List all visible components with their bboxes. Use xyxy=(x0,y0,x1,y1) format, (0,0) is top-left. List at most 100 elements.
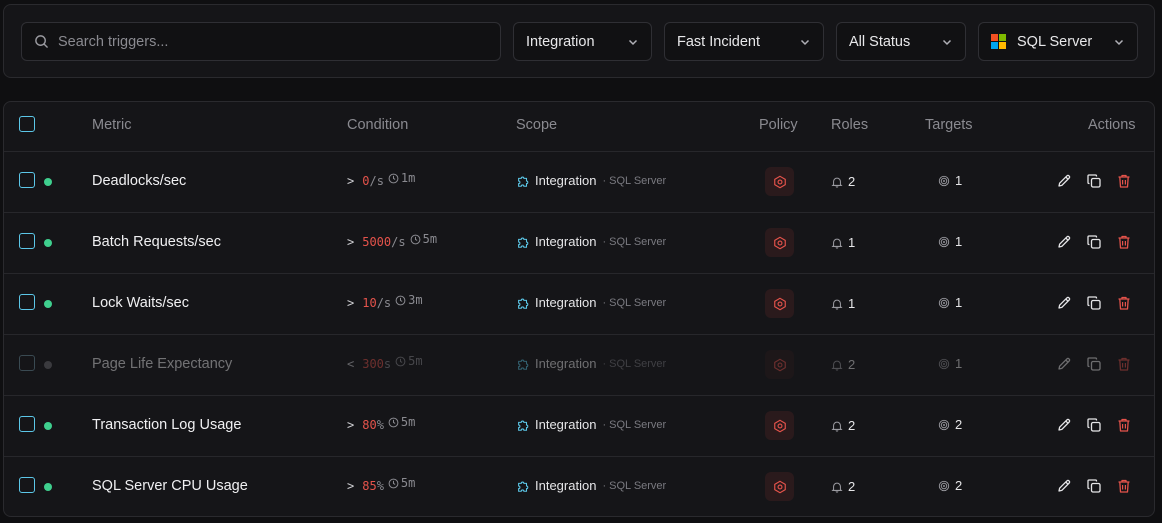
scope: Integration · SQL Server xyxy=(516,295,666,310)
edit-button[interactable] xyxy=(1055,233,1072,250)
table-row[interactable]: Lock Waits/sec > 10 /s 3m Integration · … xyxy=(4,273,1154,334)
table-row[interactable]: Batch Requests/sec > 5000 /s 5m Integrat… xyxy=(4,212,1154,273)
roles-value: 2 xyxy=(848,174,856,189)
policy-select-value: Fast Incident xyxy=(677,33,761,50)
duplicate-button[interactable] xyxy=(1085,355,1102,372)
chevron-down-icon xyxy=(800,39,810,45)
policy-badge[interactable] xyxy=(765,472,794,501)
metric-name[interactable]: Lock Waits/sec xyxy=(92,295,189,311)
scope: Integration · SQL Server xyxy=(516,356,666,371)
clock-icon xyxy=(388,417,399,427)
targets-count: 1 xyxy=(938,295,962,310)
row-actions xyxy=(1055,294,1132,311)
integration-select[interactable]: SQL Server xyxy=(978,22,1138,61)
edit-button[interactable] xyxy=(1055,416,1072,433)
scope-integration: · SQL Server xyxy=(602,357,667,370)
edit-icon xyxy=(1057,235,1070,248)
policy-badge[interactable] xyxy=(765,350,794,379)
delete-button[interactable] xyxy=(1115,233,1132,250)
metric-name[interactable]: Transaction Log Usage xyxy=(92,417,241,433)
duplicate-button[interactable] xyxy=(1085,477,1102,494)
type-select[interactable]: Integration xyxy=(513,22,652,61)
row-checkbox[interactable] xyxy=(19,477,35,493)
header-scope[interactable]: Scope xyxy=(516,117,557,133)
metric-name[interactable]: Deadlocks/sec xyxy=(92,173,186,189)
copy-icon xyxy=(1086,417,1101,432)
table-row[interactable]: Transaction Log Usage > 80 % 5m Integrat… xyxy=(4,395,1154,456)
row-checkbox[interactable] xyxy=(19,233,35,249)
policy-badge[interactable] xyxy=(765,167,794,196)
delete-button[interactable] xyxy=(1115,477,1132,494)
metric-name[interactable]: Batch Requests/sec xyxy=(92,234,221,250)
delete-button[interactable] xyxy=(1115,172,1132,189)
row-checkbox[interactable] xyxy=(19,172,35,188)
header-targets[interactable]: Targets xyxy=(925,117,973,133)
table-row[interactable]: Deadlocks/sec > 0 /s 1m Integration · SQ… xyxy=(4,151,1154,212)
edit-button[interactable] xyxy=(1055,294,1072,311)
chevron-down-icon xyxy=(942,39,952,45)
policy-shield-icon xyxy=(773,175,786,188)
targets-value: 1 xyxy=(955,173,963,188)
condition: > 0 /s 1m xyxy=(347,171,415,188)
copy-icon xyxy=(1086,234,1101,249)
metric-name[interactable]: Page Life Expectancy xyxy=(92,356,232,372)
delete-button[interactable] xyxy=(1115,416,1132,433)
duplicate-button[interactable] xyxy=(1085,416,1102,433)
target-icon xyxy=(938,480,950,491)
triggers-table: Metric Condition Scope Policy Roles Targ… xyxy=(3,101,1155,517)
search-input[interactable] xyxy=(58,33,458,50)
delete-button[interactable] xyxy=(1115,355,1132,372)
duration-value: 5m xyxy=(400,415,416,429)
header-policy[interactable]: Policy xyxy=(759,117,798,133)
edit-icon xyxy=(1057,296,1070,309)
microsoft-logo-icon xyxy=(991,33,1007,50)
integration-select-label: SQL Server xyxy=(991,33,1092,50)
targets-value: 1 xyxy=(955,295,963,310)
metric-name[interactable]: SQL Server CPU Usage xyxy=(92,478,248,494)
edit-icon xyxy=(1057,479,1070,492)
roles-value: 2 xyxy=(848,357,856,372)
status-dot xyxy=(44,422,52,430)
condition-value: 10 xyxy=(362,296,377,310)
condition-unit: /s xyxy=(376,296,392,310)
status-select[interactable]: All Status xyxy=(836,22,966,61)
header-condition[interactable]: Condition xyxy=(347,117,408,133)
puzzle-icon xyxy=(518,481,529,492)
row-checkbox[interactable] xyxy=(19,294,35,310)
edit-button[interactable] xyxy=(1055,355,1072,372)
select-all-checkbox[interactable] xyxy=(19,116,35,132)
policy-badge[interactable] xyxy=(765,289,794,318)
row-actions xyxy=(1055,416,1132,433)
row-checkbox[interactable] xyxy=(19,355,35,371)
duplicate-button[interactable] xyxy=(1085,294,1102,311)
condition: > 10 /s 3m xyxy=(347,293,423,310)
scope-integration: · SQL Server xyxy=(602,479,667,492)
table-row[interactable]: Page Life Expectancy < 300 s 5m Integrat… xyxy=(4,334,1154,395)
delete-button[interactable] xyxy=(1115,294,1132,311)
condition-value: 300 xyxy=(362,357,384,371)
condition-operator: > xyxy=(347,235,355,249)
edit-button[interactable] xyxy=(1055,477,1072,494)
header-roles[interactable]: Roles xyxy=(831,117,868,133)
bell-icon xyxy=(831,238,843,249)
edit-icon xyxy=(1057,357,1070,370)
roles-count: 2 xyxy=(831,357,855,372)
edit-button[interactable] xyxy=(1055,172,1072,189)
row-actions xyxy=(1055,477,1132,494)
roles-value: 2 xyxy=(848,479,856,494)
roles-value: 1 xyxy=(848,235,856,250)
header-metric[interactable]: Metric xyxy=(92,117,131,133)
row-checkbox[interactable] xyxy=(19,416,35,432)
scope-integration: · SQL Server xyxy=(602,235,667,248)
policy-badge[interactable] xyxy=(765,411,794,440)
target-icon xyxy=(938,236,950,247)
table-row[interactable]: SQL Server CPU Usage > 85 % 5m Integrati… xyxy=(4,456,1154,516)
duplicate-button[interactable] xyxy=(1085,233,1102,250)
scope-integration: · SQL Server xyxy=(602,418,667,431)
duplicate-button[interactable] xyxy=(1085,172,1102,189)
policy-badge[interactable] xyxy=(765,228,794,257)
bell-icon xyxy=(831,360,843,371)
search-box[interactable] xyxy=(21,22,501,61)
policy-select[interactable]: Fast Incident xyxy=(664,22,824,61)
trash-icon xyxy=(1118,479,1129,493)
